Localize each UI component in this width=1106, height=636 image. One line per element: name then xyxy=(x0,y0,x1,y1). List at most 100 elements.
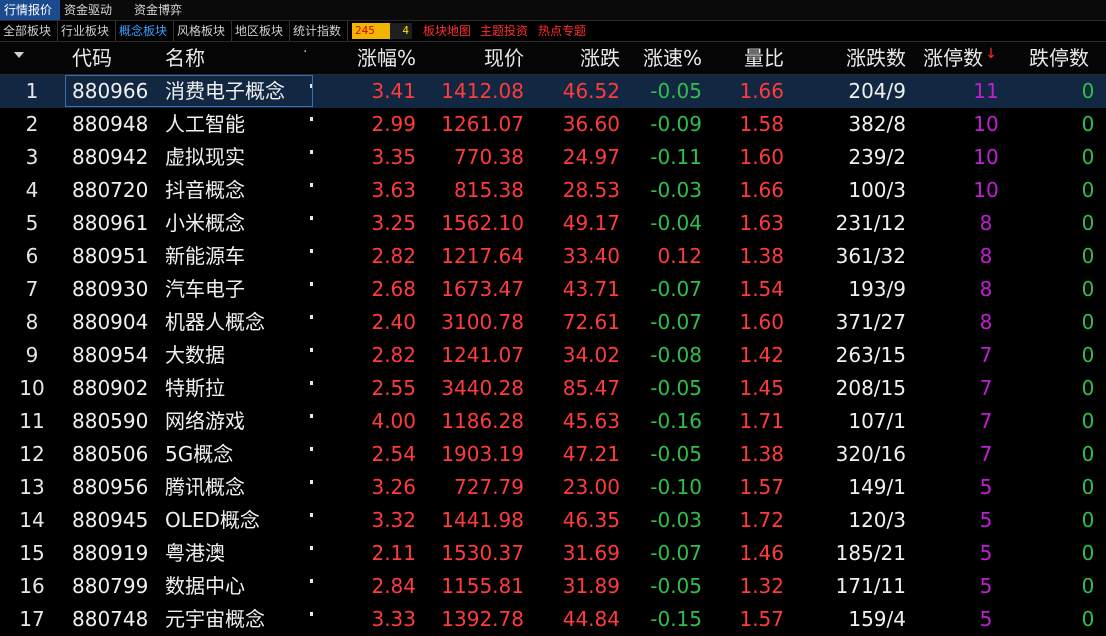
row-code: 880904 xyxy=(72,310,149,334)
sort-desc-icon: ↓ xyxy=(985,46,997,62)
row-name: 粤港澳 xyxy=(165,541,225,565)
row-limit-up: 5 xyxy=(979,508,993,532)
row-index: 10 xyxy=(19,376,45,400)
col-change[interactable]: 涨跌 xyxy=(528,42,620,74)
row-code: 880506 xyxy=(72,442,149,466)
row-speed: -0.04 xyxy=(650,211,702,235)
row-limit-up: 7 xyxy=(979,409,993,433)
row-limit-up: 7 xyxy=(979,442,993,466)
col-change-pct[interactable]: 涨幅% xyxy=(320,42,416,74)
row-code: 880951 xyxy=(72,244,149,268)
row-price: 3100.78 xyxy=(441,310,524,334)
subtab-region[interactable]: 地区板块 xyxy=(232,21,290,41)
table-row[interactable]: 12 880506 5G概念 2.54 1903.19 47.21 -0.05 1.38 320… xyxy=(0,438,1106,471)
row-index: 13 xyxy=(19,475,45,499)
row-name: 5G概念 xyxy=(165,442,234,466)
row-price: 1562.10 xyxy=(441,211,524,235)
row-code: 880966 xyxy=(72,79,149,103)
row-price: 770.38 xyxy=(454,145,524,169)
row-limit-up: 5 xyxy=(979,574,993,598)
row-price: 1261.07 xyxy=(441,112,524,136)
subtab-industry[interactable]: 行业板块 xyxy=(58,21,116,41)
table-row[interactable]: 11 880590 网络游戏 4.00 1186.28 45.63 -0.16 1.71 107… xyxy=(0,405,1106,438)
tab-market-quotes[interactable]: 行情报价 xyxy=(0,0,60,20)
row-limit-down: 0 xyxy=(1081,112,1095,136)
row-adv-dec: 193/9 xyxy=(848,277,906,301)
row-name: 网络游戏 xyxy=(165,409,245,433)
subtab-all-sectors[interactable]: 全部板块 xyxy=(0,21,58,41)
row-limit-down: 0 xyxy=(1081,376,1095,400)
row-name: 抖音概念 xyxy=(165,178,245,202)
row-adv-dec: 263/15 xyxy=(835,343,906,367)
row-change: 85.47 xyxy=(562,376,620,400)
col-adv-dec[interactable]: 涨跌数 xyxy=(790,42,906,74)
table-row[interactable]: 13 880956 腾讯概念 3.26 727.79 23.00 -0.10 1.57 149/… xyxy=(0,471,1106,504)
table-row[interactable]: 2 880948 人工智能 2.99 1261.07 36.60 -0.09 1.58 382/… xyxy=(0,108,1106,141)
table-row[interactable]: 9 880954 大数据 2.82 1241.07 34.02 -0.08 1.42 263/1… xyxy=(0,339,1106,372)
col-volume-ratio[interactable]: 量比 xyxy=(706,42,784,74)
table-row[interactable]: 6 880951 新能源车 2.82 1217.64 33.40 0.12 1.38 361/3… xyxy=(0,240,1106,273)
row-price: 1903.19 xyxy=(441,442,524,466)
row-volume-ratio: 1.60 xyxy=(739,145,784,169)
table-row[interactable]: 14 880945 OLED概念 3.32 1441.98 46.35 -0.03 1.72 1… xyxy=(0,504,1106,537)
row-speed: -0.11 xyxy=(650,145,702,169)
table-row[interactable]: 7 880930 汽车电子 2.68 1673.47 43.71 -0.07 1.54 193/… xyxy=(0,273,1106,306)
row-speed: -0.09 xyxy=(650,112,702,136)
row-limit-down: 0 xyxy=(1081,607,1095,631)
table-row[interactable]: 4 880720 抖音概念 3.63 815.38 28.53 -0.03 1.66 100/3… xyxy=(0,174,1106,207)
link-hot-topics[interactable]: 热点专题 xyxy=(538,21,586,41)
row-change-pct: 2.82 xyxy=(371,343,416,367)
table-row[interactable]: 3 880942 虚拟现实 3.35 770.38 24.97 -0.11 1.60 239/2… xyxy=(0,141,1106,174)
col-limit-up[interactable]: 涨停数 ↓ xyxy=(915,42,1005,74)
table-row[interactable]: 15 880919 粤港澳 2.11 1530.37 31.69 -0.07 1.46 185/… xyxy=(0,537,1106,570)
col-limit-down[interactable]: 跌停数 xyxy=(1012,42,1106,74)
row-change-pct: 3.32 xyxy=(371,508,416,532)
col-name[interactable]: 名称 xyxy=(165,42,285,74)
row-change: 72.61 xyxy=(562,310,620,334)
table-row[interactable]: 10 880902 特斯拉 2.55 3440.28 85.47 -0.05 1.45 208/… xyxy=(0,372,1106,405)
row-code: 880590 xyxy=(72,409,149,433)
col-limit-up-label: 涨停数 xyxy=(923,46,984,70)
row-limit-up: 10 xyxy=(973,178,999,202)
row-price: 1412.08 xyxy=(441,79,524,103)
row-adv-dec: 208/15 xyxy=(835,376,906,400)
table-row[interactable]: 17 880748 元宇宙概念 3.33 1392.78 44.84 -0.15 1.57 15… xyxy=(0,603,1106,636)
col-speed[interactable]: 涨速% xyxy=(624,42,702,74)
table-row[interactable]: 1 880966 消费电子概念 3.41 1412.08 46.52 -0.05 1.66 20… xyxy=(0,75,1106,108)
row-name: 特斯拉 xyxy=(165,376,225,400)
subtab-style[interactable]: 风格板块 xyxy=(174,21,232,41)
name-column-dot-icon: · xyxy=(303,44,308,60)
row-change-pct: 2.99 xyxy=(371,112,416,136)
row-change-pct: 2.40 xyxy=(371,310,416,334)
tab-fund-drive[interactable]: 资金驱动力 xyxy=(60,0,126,37)
subtab-concept[interactable]: 概念板块 xyxy=(116,21,174,41)
row-speed: -0.05 xyxy=(650,574,702,598)
column-menu-icon[interactable] xyxy=(14,52,24,58)
row-index: 9 xyxy=(25,343,39,367)
row-speed: -0.07 xyxy=(650,277,702,301)
top-tab-bar: 行情报价 资金驱动力 资金博弈 xyxy=(0,0,1106,37)
row-change: 43.71 xyxy=(562,277,620,301)
table-row[interactable]: 8 880904 机器人概念 2.40 3100.78 72.61 -0.07 1.60 371… xyxy=(0,306,1106,339)
subtab-stat-index[interactable]: 统计指数 xyxy=(290,21,348,41)
row-limit-down: 0 xyxy=(1081,541,1095,565)
col-code[interactable]: 代码 xyxy=(72,42,152,74)
table-row[interactable]: 5 880961 小米概念 3.25 1562.10 49.17 -0.04 1.63 231/… xyxy=(0,207,1106,240)
row-name: 虚拟现实 xyxy=(165,145,245,169)
row-marker-icon xyxy=(310,282,313,286)
col-price[interactable]: 现价 xyxy=(428,42,524,74)
row-volume-ratio: 1.45 xyxy=(739,376,784,400)
row-limit-up: 5 xyxy=(979,475,993,499)
link-theme-investing[interactable]: 主题投资 xyxy=(480,21,528,41)
table-row[interactable]: 16 880799 数据中心 2.84 1155.81 31.89 -0.05 1.32 171… xyxy=(0,570,1106,603)
row-limit-up: 10 xyxy=(973,145,999,169)
row-volume-ratio: 1.57 xyxy=(739,607,784,631)
tab-fund-game[interactable]: 资金博弈 xyxy=(130,0,190,20)
row-volume-ratio: 1.71 xyxy=(739,409,784,433)
row-adv-dec: 239/2 xyxy=(848,145,906,169)
row-name: 大数据 xyxy=(165,343,225,367)
row-limit-up: 8 xyxy=(979,277,993,301)
row-marker-icon xyxy=(310,249,313,253)
row-adv-dec: 159/4 xyxy=(848,607,906,631)
link-sector-map[interactable]: 板块地图 xyxy=(423,21,471,41)
